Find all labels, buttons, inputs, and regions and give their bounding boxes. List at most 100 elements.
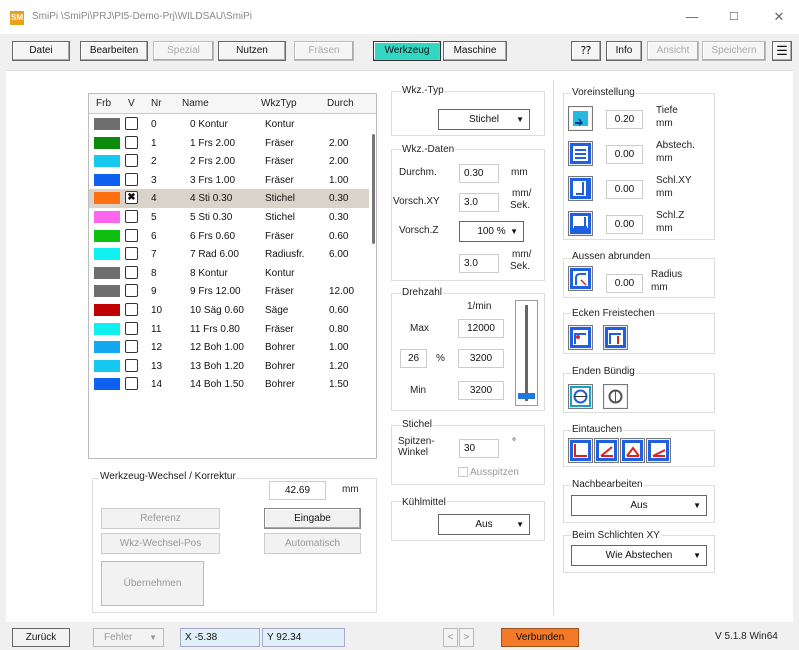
schlichten-z-field[interactable]: 0.00 [606, 215, 643, 234]
tool-color-swatch[interactable] [94, 248, 120, 261]
tool-visible-checkbox[interactable] [125, 135, 138, 149]
prev-button[interactable]: < [443, 628, 458, 647]
tool-visible-checkbox[interactable] [125, 172, 138, 186]
tool-visible-checkbox[interactable] [125, 377, 138, 391]
table-row[interactable]: 1 1 Frs 2.00 Fräser 2.00 [89, 134, 369, 153]
tool-color-swatch[interactable] [94, 304, 120, 316]
menu-bearbeiten-button[interactable]: Bearbeiten [80, 41, 148, 61]
enden-option-1-icon[interactable] [568, 384, 593, 409]
speed-slider-handle[interactable] [518, 393, 535, 400]
durchm-field[interactable]: 0.30 [459, 164, 499, 183]
percent-field[interactable]: 26 [400, 349, 427, 368]
eintauchen-option-2-icon[interactable] [594, 438, 619, 463]
radius-field[interactable]: 0.00 [606, 274, 643, 293]
menu-info-button[interactable]: Info [606, 41, 642, 61]
current-speed-field[interactable]: 3200 [458, 349, 504, 368]
referenz-button[interactable]: Referenz [101, 508, 220, 529]
tool-visible-checkbox[interactable] [125, 117, 138, 130]
tool-color-swatch[interactable] [94, 155, 120, 168]
tiefe-field[interactable]: 0.20 [606, 110, 643, 129]
vorsch-z-dropdown[interactable]: 100 % ▼ [459, 221, 524, 242]
close-button[interactable]: ✕ [765, 6, 793, 28]
eintauchen-option-4-icon[interactable] [646, 438, 671, 463]
tool-visible-checkbox[interactable]: ✖ [125, 191, 138, 205]
max-field[interactable]: 12000 [458, 319, 504, 338]
minimize-button[interactable]: — [678, 6, 706, 28]
table-row[interactable]: 8 8 Kontur Kontur [89, 264, 369, 283]
abstech-field[interactable]: 0.00 [606, 145, 643, 164]
tool-color-swatch[interactable] [94, 285, 120, 298]
tool-color-swatch[interactable] [94, 378, 120, 391]
menu-datei-button[interactable]: Datei [12, 41, 70, 61]
abstech-icon[interactable] [568, 141, 593, 166]
menu-spezial-button[interactable]: Spezial [153, 41, 214, 61]
ausspitzen-checkbox[interactable] [458, 467, 468, 477]
table-row[interactable]: 10 10 Säg 0.60 Säge 0.60 [89, 301, 369, 320]
uebernehmen-button[interactable]: Übernehmen [101, 561, 204, 606]
vorsch-xy-field[interactable]: 3.0 [459, 193, 499, 212]
table-row[interactable]: 7 7 Rad 6.00 Radiusfr. 6.00 [89, 245, 369, 264]
min-field[interactable]: 3200 [458, 381, 504, 400]
speed-slider[interactable] [515, 300, 538, 406]
tool-color-swatch[interactable] [94, 229, 120, 242]
tiefe-icon[interactable] [568, 106, 593, 131]
verbunden-status[interactable]: Verbunden [501, 628, 579, 647]
tool-visible-checkbox[interactable] [125, 265, 138, 279]
tool-visible-checkbox[interactable] [125, 210, 138, 223]
maximize-button[interactable]: ☐ [720, 6, 748, 28]
table-row[interactable]: 9 9 Frs 12.00 Fräser 12.00 [89, 282, 369, 301]
table-row[interactable]: 11 11 Frs 0.80 Fräser 0.80 [89, 320, 369, 339]
aussen-abrunden-icon[interactable] [568, 266, 593, 291]
table-row[interactable]: 13 13 Boh 1.20 Bohrer 1.20 [89, 357, 369, 376]
table-row[interactable]: 12 12 Boh 1.00 Bohrer 1.00 [89, 338, 369, 357]
menu-fraesen-button[interactable]: Fräsen [294, 41, 354, 61]
eingabe-button[interactable]: Eingabe [264, 508, 361, 529]
tool-visible-checkbox[interactable] [125, 284, 138, 298]
table-row[interactable]: 6 6 Frs 0.60 Fräser 0.60 [89, 227, 369, 246]
table-row[interactable]: 2 2 Frs 2.00 Fräser 2.00 [89, 152, 369, 171]
tool-color-swatch[interactable] [94, 173, 120, 186]
table-row[interactable]: 14 14 Boh 1.50 Bohrer 1.50 [89, 375, 369, 394]
ecken-option-1-icon[interactable] [568, 325, 593, 350]
tool-visible-checkbox[interactable] [125, 228, 138, 242]
help-icon[interactable]: ⁇ [571, 41, 601, 61]
kuehlmittel-dropdown[interactable]: Aus ▼ [438, 514, 530, 535]
nachbearbeiten-dropdown[interactable]: Aus ▼ [571, 495, 707, 516]
enden-option-2-icon[interactable] [603, 384, 628, 409]
table-row[interactable]: 5 5 Sti 0.30 Stichel 0.30 [89, 208, 369, 227]
spitzen-winkel-field[interactable]: 30 [459, 439, 499, 458]
tool-color-swatch[interactable] [94, 136, 120, 149]
zurueck-button[interactable]: Zurück [12, 628, 70, 647]
wkz-wechsel-pos-button[interactable]: Wkz-Wechsel-Pos [101, 533, 220, 554]
tool-visible-checkbox[interactable] [125, 321, 138, 335]
menu-maschine-button[interactable]: Maschine [443, 41, 507, 61]
tool-color-swatch[interactable] [94, 341, 120, 354]
tool-color-swatch[interactable] [94, 211, 120, 223]
eintauchen-option-1-icon[interactable] [568, 438, 593, 463]
next-button[interactable]: > [459, 628, 474, 647]
tool-visible-checkbox[interactable] [125, 247, 138, 261]
ecken-option-2-icon[interactable] [603, 325, 628, 350]
wechsel-value-field[interactable]: 42.69 [269, 481, 326, 500]
tool-color-swatch[interactable] [94, 118, 120, 130]
tool-color-swatch[interactable] [94, 322, 120, 335]
wkz-typ-dropdown[interactable]: Stichel ▼ [438, 109, 530, 130]
menu-ansicht-button[interactable]: Ansicht [647, 41, 699, 61]
table-row[interactable]: 0 0 Kontur Kontur [89, 115, 369, 134]
tool-visible-checkbox[interactable] [125, 303, 138, 316]
menu-werkzeug-button[interactable]: Werkzeug [373, 41, 441, 61]
schlichten-z-icon[interactable] [568, 211, 593, 236]
tool-visible-checkbox[interactable] [125, 358, 138, 372]
schlichten-xy-field[interactable]: 0.00 [606, 180, 643, 199]
schlichten-xy-icon[interactable] [568, 176, 593, 201]
fehler-dropdown[interactable]: Fehler ▼ [93, 628, 164, 647]
table-scrollbar-thumb[interactable] [372, 134, 375, 244]
automatisch-button[interactable]: Automatisch [264, 533, 361, 554]
tool-visible-checkbox[interactable] [125, 154, 138, 168]
menu-nutzen-button[interactable]: Nutzen [218, 41, 286, 61]
table-row[interactable]: ✖ 4 4 Sti 0.30 Stichel 0.30 [89, 189, 369, 208]
table-row[interactable]: 3 3 Frs 1.00 Fräser 1.00 [89, 171, 369, 190]
tool-color-swatch[interactable] [94, 192, 120, 205]
tool-visible-checkbox[interactable] [125, 340, 138, 354]
hamburger-menu-icon[interactable]: ☰ [772, 41, 792, 61]
